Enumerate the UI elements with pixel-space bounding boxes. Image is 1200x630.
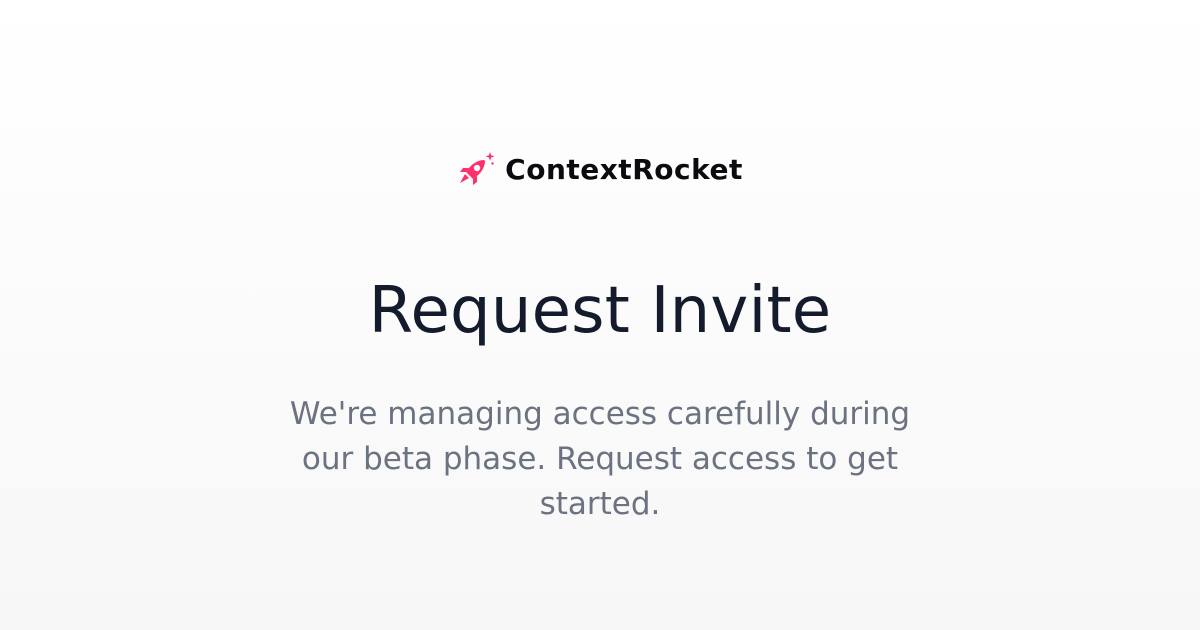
invite-page: ContextRocket Request Invite We're manag…	[0, 0, 1200, 630]
page-subtitle: We're managing access carefully during o…	[289, 396, 911, 522]
rocket-icon	[457, 150, 495, 190]
brand-lockup[interactable]: ContextRocket	[0, 150, 1200, 190]
brand-name: ContextRocket	[505, 153, 743, 186]
page-title: Request Invite	[368, 274, 832, 348]
